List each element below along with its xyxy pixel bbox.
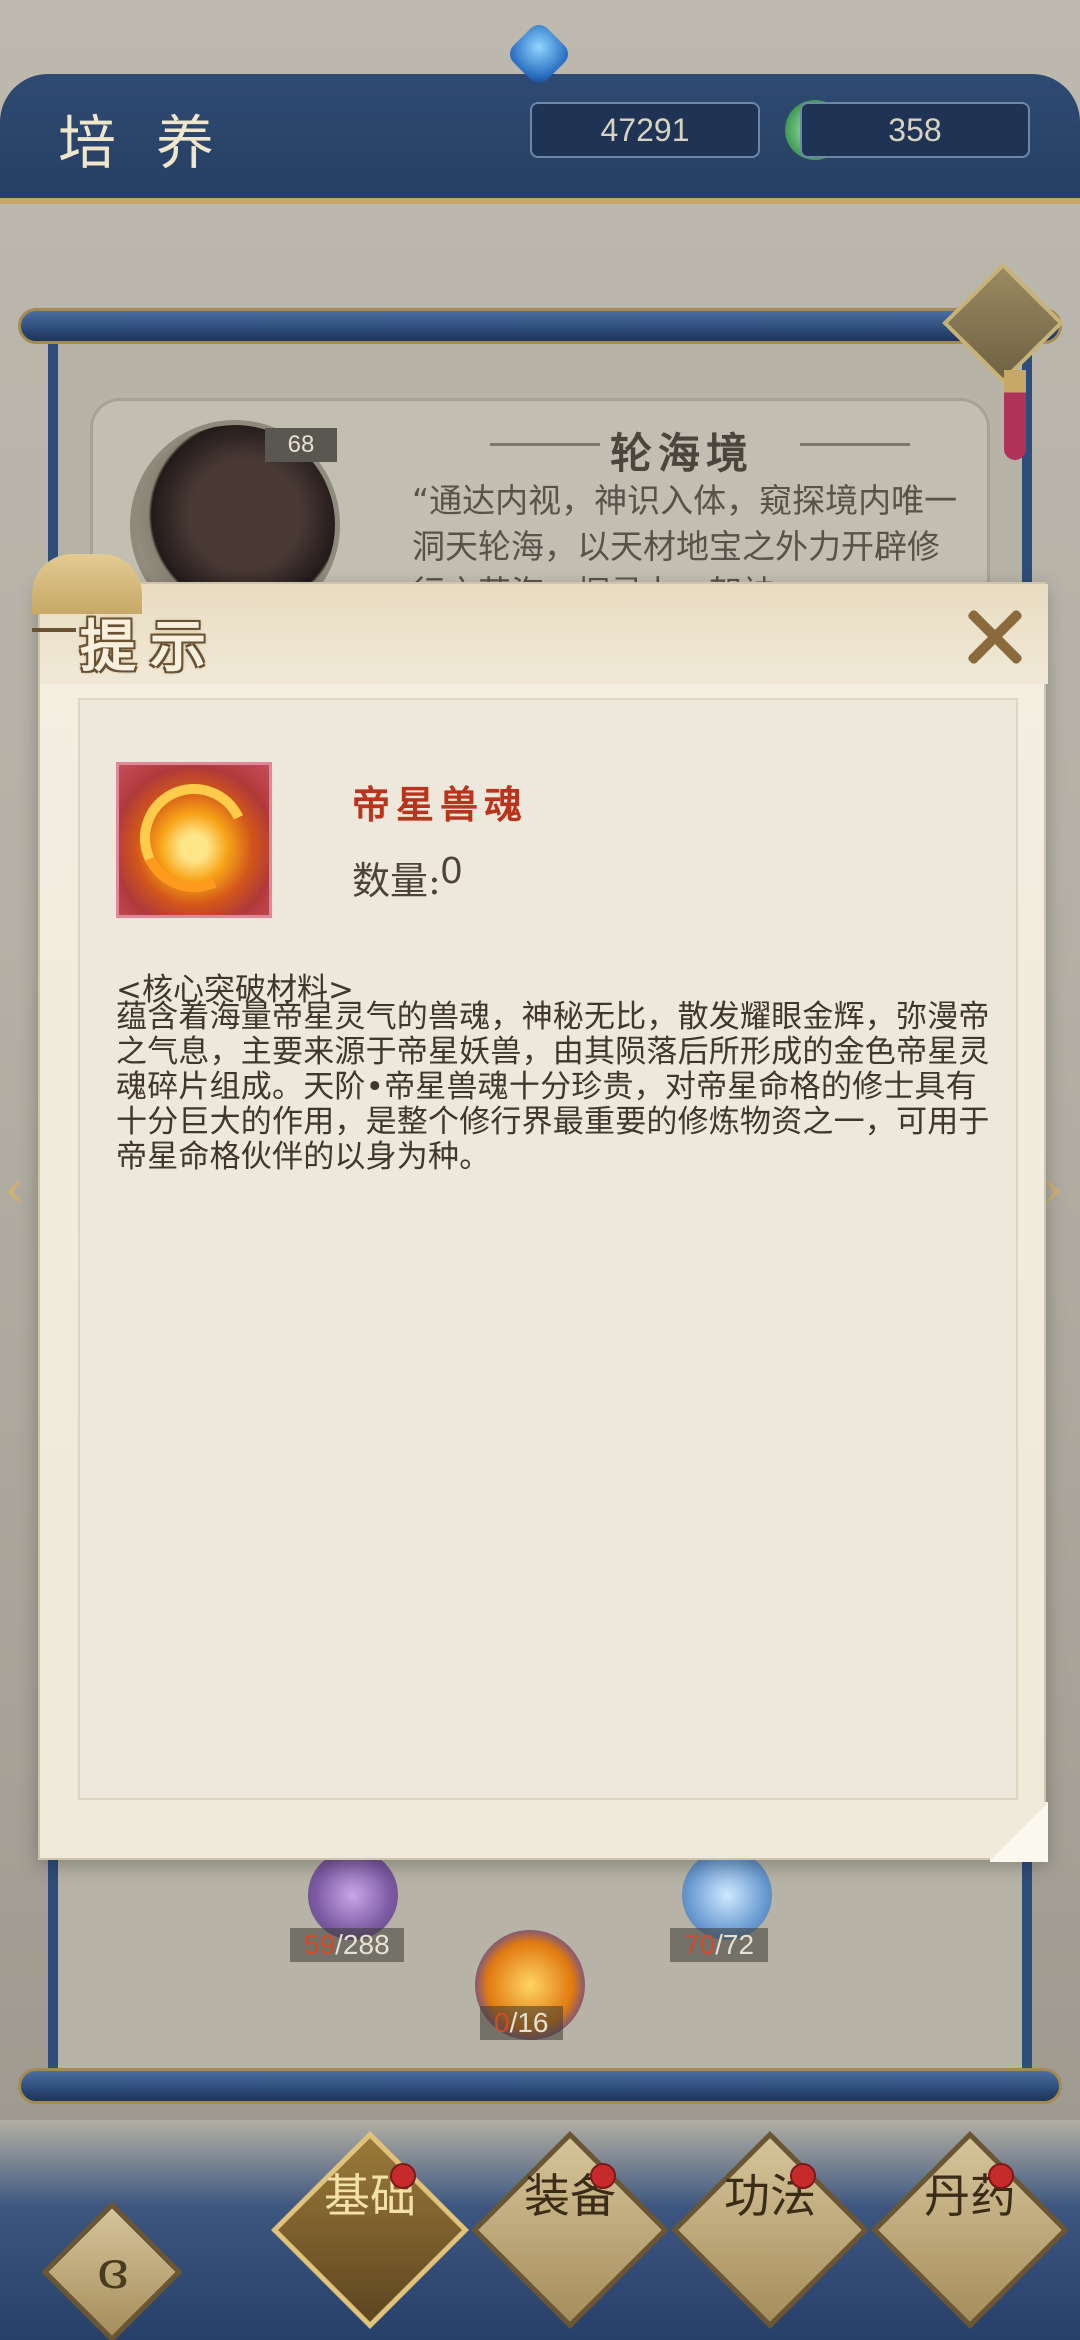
dialog-title: 提示 [80, 614, 220, 680]
tip-dialog: 提示 帝星兽魂 数量: 0 <核心突破材料> 蕴含着海量帝星灵气的兽魂，神秘无比… [32, 554, 1048, 1862]
item-quantity: 数量: 0 [352, 850, 462, 905]
item-name: 帝星兽魂 [352, 782, 529, 827]
close-icon[interactable] [960, 602, 1030, 672]
page-curl-decoration [990, 1802, 1048, 1862]
quantity-value: 0 [440, 850, 462, 892]
quantity-label: 数量: [352, 859, 441, 903]
item-description: 蕴含着海量帝星灵气的兽魂，神秘无比，散发耀眼金辉，弥漫帝之气息，主要来源于帝星妖… [116, 999, 990, 1175]
title-flourish [32, 628, 76, 632]
